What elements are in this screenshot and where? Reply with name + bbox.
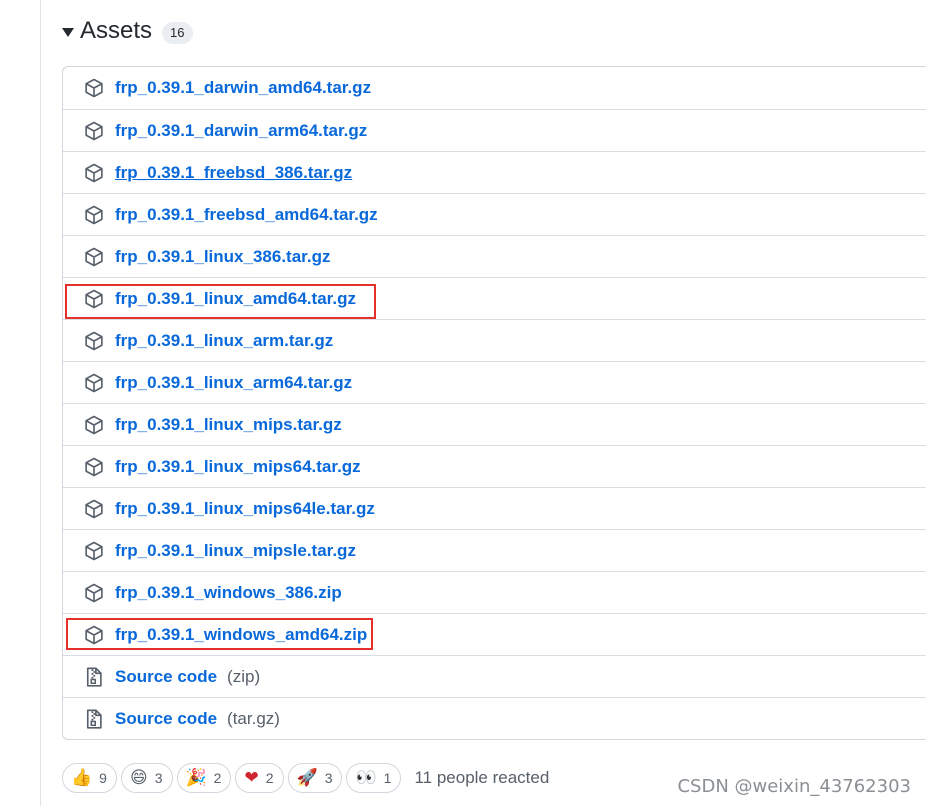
reaction-count: 1 — [383, 770, 392, 786]
file-zip-icon — [83, 708, 105, 730]
source-code-format: (tar.gz) — [227, 708, 280, 728]
package-icon — [83, 456, 105, 478]
asset-row: frp_0.39.1_linux_mips64.tar.gz — [63, 445, 926, 487]
reaction-hooray[interactable]: 🎉 2 — [176, 763, 232, 793]
rocket-icon: 🚀 — [296, 768, 318, 788]
asset-row: frp_0.39.1_linux_386.tar.gz — [63, 235, 926, 277]
file-zip-icon — [83, 666, 105, 688]
reaction-thumbs-up[interactable]: 👍 9 — [62, 763, 117, 793]
assets-list: frp_0.39.1_darwin_amd64.tar.gz frp_0.39.… — [62, 66, 926, 740]
asset-row: frp_0.39.1_linux_arm.tar.gz — [63, 319, 926, 361]
asset-row: frp_0.39.1_darwin_arm64.tar.gz — [63, 109, 926, 151]
asset-row: frp_0.39.1_windows_amd64.zip — [63, 613, 926, 655]
reaction-count: 2 — [265, 770, 274, 786]
package-icon — [83, 624, 105, 646]
asset-row: frp_0.39.1_windows_386.zip — [63, 571, 926, 613]
package-icon — [83, 582, 105, 604]
source-code-format: (zip) — [227, 666, 261, 686]
asset-download-link[interactable]: frp_0.39.1_linux_mips64.tar.gz — [115, 457, 361, 477]
asset-download-link[interactable]: frp_0.39.1_linux_mips64le.tar.gz — [115, 499, 375, 519]
package-icon — [83, 330, 105, 352]
asset-download-link[interactable]: frp_0.39.1_linux_386.tar.gz — [115, 247, 330, 267]
assets-title[interactable]: Assets — [80, 17, 152, 45]
asset-download-link[interactable]: frp_0.39.1_darwin_arm64.tar.gz — [115, 121, 367, 141]
assets-header[interactable]: Assets 16 — [62, 14, 193, 48]
package-icon — [83, 498, 105, 520]
package-icon — [83, 246, 105, 268]
asset-row: Source code (zip) — [63, 655, 926, 697]
source-code-tar-link[interactable]: Source code — [115, 709, 217, 729]
asset-row: frp_0.39.1_darwin_amd64.tar.gz — [63, 67, 926, 109]
asset-download-link[interactable]: frp_0.39.1_windows_386.zip — [115, 583, 342, 603]
asset-download-link[interactable]: frp_0.39.1_freebsd_386.tar.gz — [115, 163, 352, 183]
asset-row: frp_0.39.1_linux_amd64.tar.gz — [63, 277, 926, 319]
asset-row: frp_0.39.1_freebsd_386.tar.gz — [63, 151, 926, 193]
asset-download-link[interactable]: frp_0.39.1_linux_mipsle.tar.gz — [115, 541, 356, 561]
asset-download-link[interactable]: frp_0.39.1_linux_mips.tar.gz — [115, 415, 342, 435]
source-code-zip-link[interactable]: Source code — [115, 667, 217, 687]
package-icon — [83, 414, 105, 436]
reaction-count: 9 — [99, 770, 107, 786]
asset-download-link[interactable]: frp_0.39.1_windows_amd64.zip — [115, 625, 367, 645]
reaction-count: 2 — [213, 770, 222, 786]
watermark: CSDN @weixin_43762303 — [677, 776, 911, 797]
asset-row: frp_0.39.1_freebsd_amd64.tar.gz — [63, 193, 926, 235]
package-icon — [83, 162, 105, 184]
thumbs-up-icon: 👍 — [71, 768, 93, 788]
package-icon — [83, 120, 105, 142]
package-icon — [83, 288, 105, 310]
reaction-count: 3 — [324, 770, 333, 786]
reactions-summary[interactable]: 11 people reacted — [414, 768, 549, 788]
asset-row: frp_0.39.1_linux_mips64le.tar.gz — [63, 487, 926, 529]
reaction-eyes[interactable]: 👀 1 — [346, 763, 402, 793]
package-icon — [83, 77, 105, 99]
asset-download-link[interactable]: frp_0.39.1_linux_arm64.tar.gz — [115, 373, 352, 393]
assets-count-badge: 16 — [162, 22, 193, 44]
asset-row: frp_0.39.1_linux_arm64.tar.gz — [63, 361, 926, 403]
asset-download-link[interactable]: frp_0.39.1_darwin_amd64.tar.gz — [115, 78, 371, 98]
asset-row: frp_0.39.1_linux_mips.tar.gz — [63, 403, 926, 445]
reaction-rocket[interactable]: 🚀 3 — [287, 763, 343, 793]
left-timeline-rule — [40, 0, 41, 806]
caret-down-icon[interactable] — [62, 27, 74, 37]
hooray-icon: 🎉 — [185, 768, 207, 788]
laugh-icon: 😄 — [129, 768, 148, 788]
reaction-heart[interactable]: ❤ 2 — [235, 763, 284, 793]
asset-download-link[interactable]: frp_0.39.1_freebsd_amd64.tar.gz — [115, 205, 378, 225]
package-icon — [83, 540, 105, 562]
reactions-bar: 👍 9 😄 3 🎉 2 ❤ 2 🚀 3 👀 1 11 people reacte… — [62, 762, 549, 794]
heart-icon: ❤ — [244, 768, 259, 788]
reaction-laugh[interactable]: 😄 3 — [120, 763, 173, 793]
reaction-count: 3 — [154, 770, 163, 786]
asset-row: Source code (tar.gz) — [63, 697, 926, 739]
package-icon — [83, 372, 105, 394]
asset-download-link[interactable]: frp_0.39.1_linux_amd64.tar.gz — [115, 289, 356, 309]
asset-row: frp_0.39.1_linux_mipsle.tar.gz — [63, 529, 926, 571]
asset-download-link[interactable]: frp_0.39.1_linux_arm.tar.gz — [115, 331, 333, 351]
package-icon — [83, 204, 105, 226]
eyes-icon: 👀 — [355, 768, 377, 788]
